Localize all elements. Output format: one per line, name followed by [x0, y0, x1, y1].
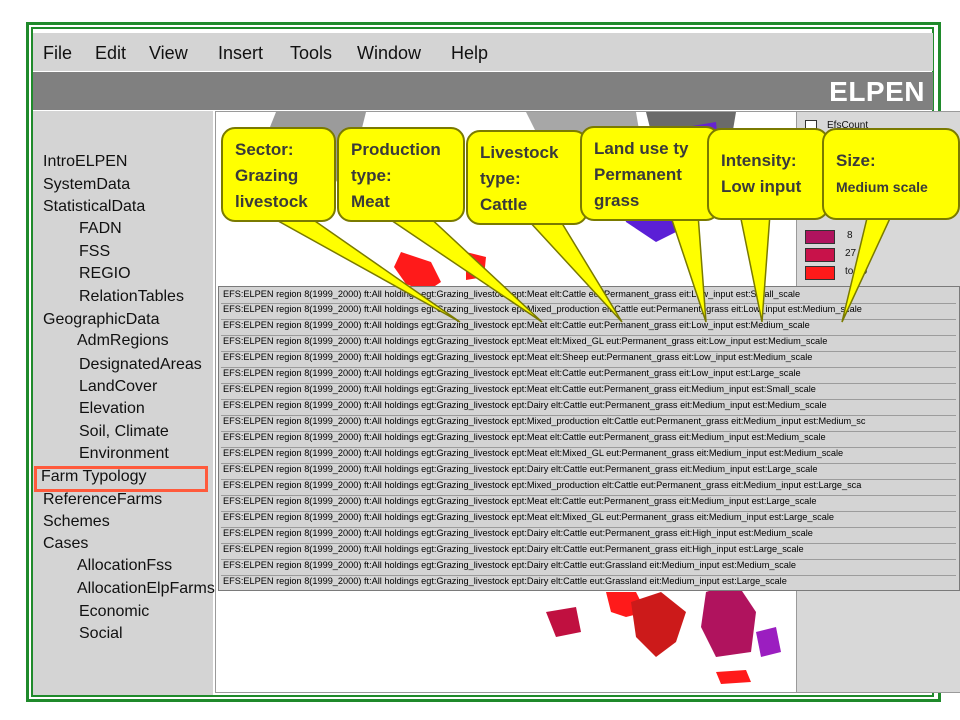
callout-production-line2: type: — [351, 166, 392, 185]
callout-intensity-line1: Intensity: — [721, 151, 797, 170]
callout-livestock-line3: Cattle — [480, 195, 528, 214]
callout-production-line3: Meat — [351, 192, 390, 211]
callout-intensity: Intensity: Low input — [707, 128, 829, 220]
callout-landuse-line2: Permanent — [594, 165, 682, 184]
callout-livestock: Livestock type: Cattle — [466, 130, 588, 225]
pointer-production — [379, 213, 543, 323]
callout-intensity-line2: Low input — [721, 177, 802, 196]
callout-size: Size: Medium scale — [822, 128, 960, 220]
pointer-intensity — [739, 213, 771, 323]
callout-sector-line3: livestock — [235, 192, 308, 211]
callout-production-line1: Production — [351, 140, 441, 159]
callout-livestock-line1: Livestock — [480, 143, 559, 162]
callout-sector-line2: Grazing — [235, 166, 299, 185]
pointer-size — [841, 213, 894, 323]
callout-sector-line1: Sector: — [235, 140, 294, 159]
callout-size-line1: Size: — [836, 151, 876, 170]
callout-pointers — [259, 211, 894, 323]
callout-livestock-line2: type: — [480, 169, 521, 188]
pointer-landuse — [668, 213, 707, 323]
callout-landuse-line1: Land use ty — [594, 139, 689, 158]
callout-landuse-line3: grass — [594, 191, 640, 210]
callout-landuse: Land use ty Permanent grass — [580, 126, 720, 221]
callout-size-line2: Medium scale — [836, 179, 928, 195]
callout-sector: Sector: Grazing livestock — [221, 127, 336, 222]
pointer-livestock — [526, 219, 623, 323]
callout-production: Production type: Meat — [337, 127, 465, 222]
